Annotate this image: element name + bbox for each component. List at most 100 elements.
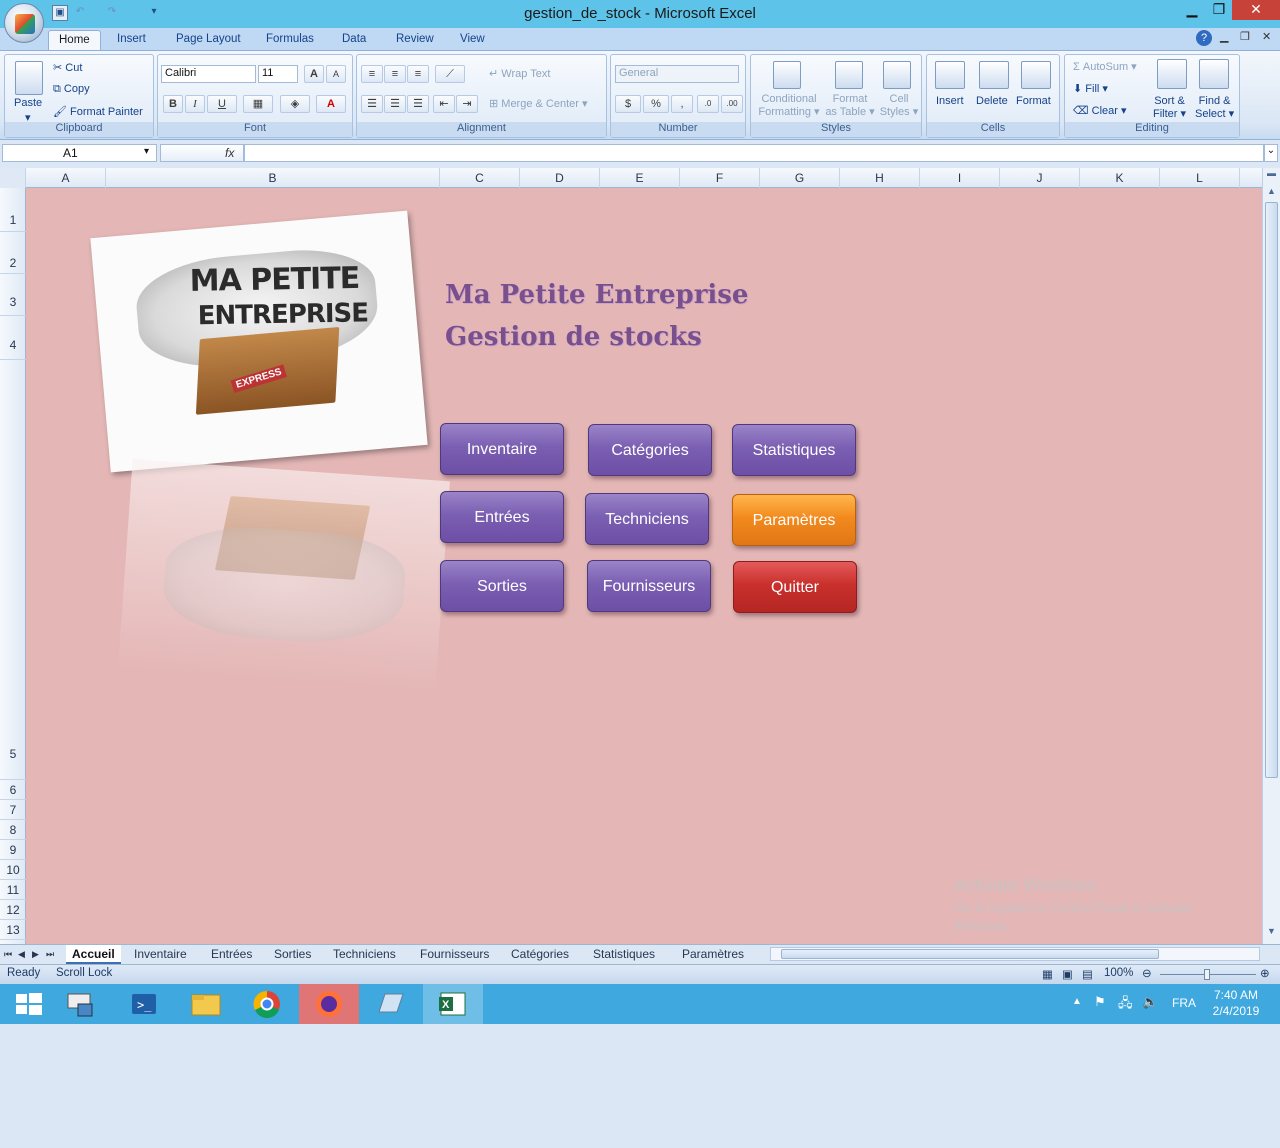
row-header-6[interactable]: 6 — [0, 780, 26, 800]
formula-input[interactable] — [244, 144, 1264, 162]
zoom-in-icon[interactable]: ⊕ — [1260, 966, 1270, 980]
horizontal-scroll-thumb[interactable] — [781, 949, 1159, 959]
powershell-icon[interactable]: >_ — [114, 984, 174, 1024]
delete-cells-button[interactable]: Delete — [976, 95, 1008, 107]
clear-button[interactable]: ⌫ Clear ▾ — [1073, 104, 1127, 117]
zoom-level[interactable]: 100% — [1104, 967, 1133, 979]
delete-cells-icon[interactable] — [979, 61, 1009, 89]
column-header-d[interactable]: D — [520, 168, 600, 188]
column-header-b[interactable]: B — [106, 168, 440, 188]
firefox-icon[interactable] — [299, 984, 359, 1024]
insert-cells-button[interactable]: Insert — [936, 95, 964, 107]
logo-picture[interactable]: MA PETITE ENTREPRISE EXPRESS — [90, 210, 428, 473]
restore-button[interactable]: ❐ — [1205, 0, 1233, 20]
shrink-font-button[interactable]: A — [326, 65, 346, 83]
column-header-g[interactable]: G — [760, 168, 840, 188]
tab-review[interactable]: Review — [386, 30, 444, 50]
sheet-tab-parametres[interactable]: Paramètres — [676, 945, 750, 964]
categories-button[interactable]: Catégories — [588, 424, 712, 476]
insert-cells-icon[interactable] — [935, 61, 965, 89]
input-language[interactable]: FRA — [1172, 996, 1196, 1010]
ribbon-restore-icon[interactable]: ❐ — [1240, 30, 1250, 43]
tab-home[interactable]: Home — [48, 30, 101, 50]
close-button[interactable]: ✕ — [1232, 0, 1280, 20]
column-header-l[interactable]: L — [1160, 168, 1240, 188]
grow-font-button[interactable]: A — [304, 65, 324, 83]
sheet-tab-entrees[interactable]: Entrées — [205, 945, 258, 964]
undo-icon[interactable]: ↶ — [72, 5, 88, 21]
align-center-icon[interactable]: ☰ — [384, 95, 406, 113]
fournisseurs-button[interactable]: Fournisseurs — [587, 560, 711, 612]
format-painter-button[interactable]: 🖌 Format Painter — [53, 105, 143, 118]
save-icon[interactable]: ▣ — [52, 5, 68, 21]
split-box-icon[interactable]: ▬ — [1264, 168, 1279, 182]
tab-formulas[interactable]: Formulas — [256, 30, 324, 50]
app-icon[interactable] — [361, 984, 421, 1024]
action-center-icon[interactable]: ⚑ — [1094, 994, 1106, 1010]
find-select-button[interactable]: Find & Select ▾ — [1195, 95, 1234, 121]
ribbon-close-icon[interactable]: ✕ — [1262, 30, 1271, 43]
tab-view[interactable]: View — [450, 30, 495, 50]
start-button[interactable] — [0, 984, 60, 1024]
conditional-formatting-icon[interactable] — [773, 61, 801, 89]
font-color-icon[interactable]: A — [316, 95, 346, 113]
next-sheet-icon[interactable]: ▶ — [30, 945, 41, 964]
borders-icon[interactable]: ▦ — [243, 95, 273, 113]
row-header-3[interactable]: 3 — [0, 274, 26, 316]
row-header-11[interactable]: 11 — [0, 880, 26, 900]
column-header-c[interactable]: C — [440, 168, 520, 188]
increase-decimal-icon[interactable]: .0 — [697, 95, 719, 113]
tray-overflow-icon[interactable]: ▲ — [1072, 996, 1082, 1007]
font-size-combo[interactable]: 11 — [258, 65, 298, 83]
inventaire-button[interactable]: Inventaire — [440, 423, 564, 475]
quitter-button[interactable]: Quitter — [733, 561, 857, 613]
office-button[interactable] — [4, 3, 44, 43]
volume-icon[interactable]: 🔈 — [1142, 994, 1158, 1010]
sheet-tab-sorties[interactable]: Sorties — [268, 945, 317, 964]
align-top-icon[interactable]: ≡ — [361, 65, 383, 83]
wrap-text-button[interactable]: ↵ Wrap Text — [489, 67, 550, 80]
align-bottom-icon[interactable]: ≡ — [407, 65, 429, 83]
binoculars-icon[interactable] — [1199, 59, 1229, 89]
last-sheet-icon[interactable]: ⏭ — [44, 945, 56, 964]
tab-page-layout[interactable]: Page Layout — [166, 30, 251, 50]
row-header-4[interactable]: 4 — [0, 316, 26, 360]
sort-filter-button[interactable]: Sort & Filter ▾ — [1153, 95, 1186, 121]
row-header-12[interactable]: 12 — [0, 900, 26, 920]
underline-button[interactable]: U — [207, 95, 237, 113]
column-header-j[interactable]: J — [1000, 168, 1080, 188]
network-icon[interactable]: 🖧 — [1118, 994, 1133, 1016]
clock[interactable]: 7:40 AM 2/4/2019 — [1206, 987, 1266, 1019]
first-sheet-icon[interactable]: ⏮ — [2, 945, 14, 964]
row-header-13[interactable]: 13 — [0, 920, 26, 940]
row-header-10[interactable]: 10 — [0, 860, 26, 880]
server-manager-icon[interactable] — [52, 984, 112, 1024]
row-header-5[interactable]: 5 — [0, 360, 26, 780]
file-explorer-icon[interactable] — [176, 984, 236, 1024]
sheet-tab-statistiques[interactable]: Statistiques — [587, 945, 661, 964]
paste-button[interactable]: Paste — [14, 97, 42, 109]
fill-button[interactable]: ⬇ Fill ▾ — [1073, 82, 1108, 95]
cell-styles-icon[interactable] — [883, 61, 911, 89]
percent-button[interactable]: % — [643, 95, 669, 113]
format-cells-icon[interactable] — [1021, 61, 1051, 89]
number-format-combo[interactable]: General — [615, 65, 739, 83]
normal-view-icon[interactable]: ▦ — [1042, 967, 1053, 981]
font-name-combo[interactable]: Calibri — [161, 65, 256, 83]
comma-button[interactable]: , — [671, 95, 693, 113]
zoom-out-icon[interactable]: ⊖ — [1142, 966, 1152, 980]
align-left-icon[interactable]: ☰ — [361, 95, 383, 113]
row-header-2[interactable]: 2 — [0, 232, 26, 274]
expand-formula-bar-icon[interactable]: ⌄ — [1264, 144, 1278, 162]
row-header-9[interactable]: 9 — [0, 840, 26, 860]
sorties-button[interactable]: Sorties — [440, 560, 564, 612]
column-header-i[interactable]: I — [920, 168, 1000, 188]
row-header-7[interactable]: 7 — [0, 800, 26, 820]
align-middle-icon[interactable]: ≡ — [384, 65, 406, 83]
sheet-tab-accueil[interactable]: Accueil — [66, 945, 121, 964]
sheet-tab-techniciens[interactable]: Techniciens — [327, 945, 402, 964]
column-header-a[interactable]: A — [26, 168, 106, 188]
copy-button[interactable]: ⧉ Copy — [53, 83, 90, 96]
conditional-formatting-button[interactable]: Conditional Formatting ▾ — [757, 93, 821, 119]
increase-indent-icon[interactable]: ⇥ — [456, 95, 478, 113]
